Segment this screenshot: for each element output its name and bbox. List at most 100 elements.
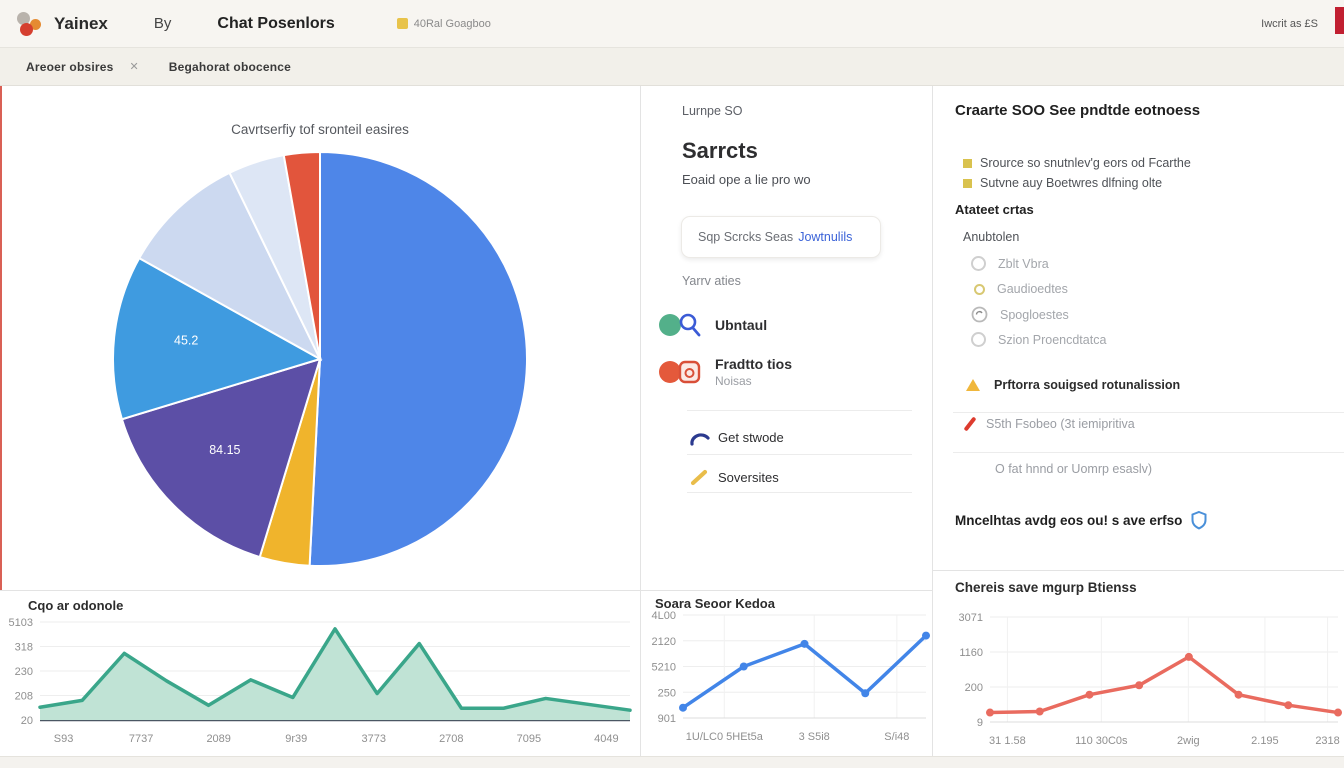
radio-option[interactable]: Gaudioedtes	[971, 282, 1068, 296]
yandex-logo-icon[interactable]	[16, 10, 44, 38]
red-chart-block: Chereis save mgurp Btienss 3071116020093…	[933, 570, 1344, 768]
by-label: By	[154, 15, 172, 32]
divider	[687, 410, 912, 411]
tab-bar: Areoer obsires ✕ Begahorat obocence	[0, 48, 1344, 86]
pie-chart-title: Cavrtserfiy tof sronteil easires	[0, 122, 640, 137]
warning-text: Prftorra souigsed rotunalission	[994, 378, 1180, 392]
main-content: Cavrtserfiy tof sronteil easires 84.1545…	[0, 86, 1344, 768]
brand-name: Yainex	[54, 14, 108, 34]
radio-option[interactable]: Zblt Vbra	[971, 256, 1049, 271]
list-item-radio[interactable]: Fradtto tios Noisas	[641, 350, 932, 394]
list-item-get-started[interactable]: Get stwode	[641, 422, 932, 452]
error-text: S5th Fsobeo (3t iemipritiva	[986, 417, 1135, 431]
svg-text:20: 20	[21, 715, 33, 727]
svg-text:901: 901	[658, 713, 676, 725]
divider	[953, 412, 1344, 413]
shield-icon	[1190, 510, 1208, 530]
section-label: Yarrv aties	[682, 274, 741, 288]
list-item-label: Fradtto tios	[715, 356, 792, 372]
radio-option[interactable]: Szion Proencdtatca	[971, 332, 1106, 347]
seo-panel-title: Craarte SOO See pndtde eotnoess	[955, 102, 1200, 119]
search-input[interactable]: Sqp Scrcks Seas Jowtnulils	[681, 216, 881, 258]
panel-seo: Craarte SOO See pndtde eotnoess Srource …	[933, 86, 1344, 768]
edge-red-button[interactable]	[1335, 7, 1344, 34]
svg-text:S/i48: S/i48	[884, 731, 909, 743]
svg-text:2wig: 2wig	[1177, 735, 1200, 747]
radio-icon[interactable]	[971, 256, 986, 271]
monitoring-text: Mncelhtas avdg eos ou! s ave erfso	[955, 513, 1182, 528]
panel-pie: Cavrtserfiy tof sronteil easires 84.1545…	[0, 86, 641, 768]
list-item-notes[interactable]: Soversites	[641, 462, 932, 492]
radio-label: Gaudioedtes	[997, 282, 1068, 296]
radio-icon[interactable]	[971, 332, 986, 347]
tab-first[interactable]: Areoer obsires ✕	[26, 60, 139, 74]
svg-text:2.195: 2.195	[1251, 735, 1279, 747]
divider	[687, 492, 912, 493]
svg-text:5210: 5210	[652, 662, 676, 674]
svg-text:1160: 1160	[959, 647, 983, 659]
red-slash-icon	[963, 416, 976, 431]
svg-text:3 S5i8: 3 S5i8	[799, 731, 830, 743]
panel-heading: Sarrcts	[682, 138, 758, 164]
app-header: Yainex By Chat Posenlors 40Ral Goagboo I…	[0, 0, 1344, 48]
bullet-text: Srource so snutnlev'g eors od Fcarthe	[980, 156, 1191, 170]
badge-square-icon	[397, 18, 408, 29]
svg-text:9: 9	[977, 717, 983, 729]
subheading-secondary: Anubtolen	[963, 230, 1019, 244]
subheading: Atateet crtas	[955, 202, 1034, 217]
svg-text:208: 208	[15, 691, 33, 703]
product-title: Chat Posenlors	[217, 15, 334, 33]
warning-triangle-icon	[966, 379, 980, 391]
bullet-square-icon	[963, 159, 972, 168]
svg-text:230: 230	[15, 666, 33, 678]
warning-item: Prftorra souigsed rotunalission	[966, 378, 1180, 392]
divider	[687, 454, 912, 455]
svg-text:9r39: 9r39	[285, 733, 307, 745]
area-chart-title: Cqo ar odonole	[28, 598, 123, 613]
device-icon	[677, 359, 703, 385]
svg-text:1U/LC0 5HEt5a: 1U/LC0 5HEt5a	[686, 731, 764, 743]
line-chart-title: Soara Seoor Kedoa	[655, 596, 775, 611]
bullet-item: Sutvne auy Boetwres dlfning olte	[963, 176, 1162, 190]
svg-text:4L00: 4L00	[652, 610, 676, 622]
line-chart-block: Soara Seoor Kedoa 4L00212052102509011U/L…	[641, 590, 932, 768]
error-item: S5th Fsobeo (3t iemipritiva	[968, 416, 1135, 432]
svg-text:2318: 2318	[1315, 735, 1339, 747]
svg-text:S93: S93	[54, 733, 74, 745]
tab-second[interactable]: Begahorat obocence	[169, 60, 291, 74]
panel-subheading: Eoaid ope a lie pro wo	[682, 172, 811, 187]
radio-icon[interactable]	[974, 284, 985, 295]
svg-text:2089: 2089	[206, 733, 230, 745]
red-line-chart: 3071 1160 200 9 31 1.58 110 30C0s 2wig 2.195 231…	[933, 570, 1344, 768]
svg-text:31 1.58: 31 1.58	[989, 735, 1026, 747]
note-text: O fat hnnd or Uomrp esaslv)	[995, 462, 1152, 476]
svg-text:200: 200	[965, 682, 983, 694]
svg-text:2708: 2708	[439, 733, 463, 745]
monitoring-note: Mncelhtas avdg eos ou! s ave erfso	[955, 510, 1208, 530]
note-item: O fat hnnd or Uomrp esaslv)	[995, 462, 1152, 476]
svg-text:3071: 3071	[959, 612, 983, 624]
radio-clock-icon[interactable]	[971, 306, 988, 323]
list-item-search[interactable]: Ubntaul	[641, 308, 932, 342]
search-link[interactable]: Jowtnulils	[798, 230, 852, 244]
svg-text:110 30C0s: 110 30C0s	[1075, 735, 1128, 747]
footer-strip	[0, 756, 1344, 768]
divider	[953, 452, 1344, 453]
area-chart: 510331823020820S93773720899r393773270870…	[0, 590, 641, 768]
panel-sources: Lurnpe SO Sarrcts Eoaid ope a lie pro wo…	[641, 86, 933, 768]
bullet-square-icon	[963, 179, 972, 188]
svg-text:84.15: 84.15	[209, 443, 240, 457]
pencil-icon	[688, 466, 712, 488]
svg-text:4049: 4049	[594, 733, 618, 745]
list-item-label: Ubntaul	[715, 317, 767, 333]
radio-option[interactable]: Spogloestes	[971, 306, 1069, 323]
close-icon[interactable]: ✕	[130, 60, 139, 73]
list-item-sublabel: Noisas	[715, 374, 792, 388]
search-placeholder: Sqp Scrcks Seas	[698, 230, 793, 244]
bullet-item: Srource so snutnlev'g eors od Fcarthe	[963, 156, 1191, 170]
bullet-text: Sutvne auy Boetwres dlfning olte	[980, 176, 1162, 190]
account-menu[interactable]: Iwcrit as £S	[1261, 18, 1318, 30]
line-chart: 4L00212052102509011U/LC0 5HEt5a3 S5i8S/i…	[641, 590, 933, 768]
radio-label: Zblt Vbra	[998, 257, 1049, 271]
svg-text:7095: 7095	[517, 733, 541, 745]
